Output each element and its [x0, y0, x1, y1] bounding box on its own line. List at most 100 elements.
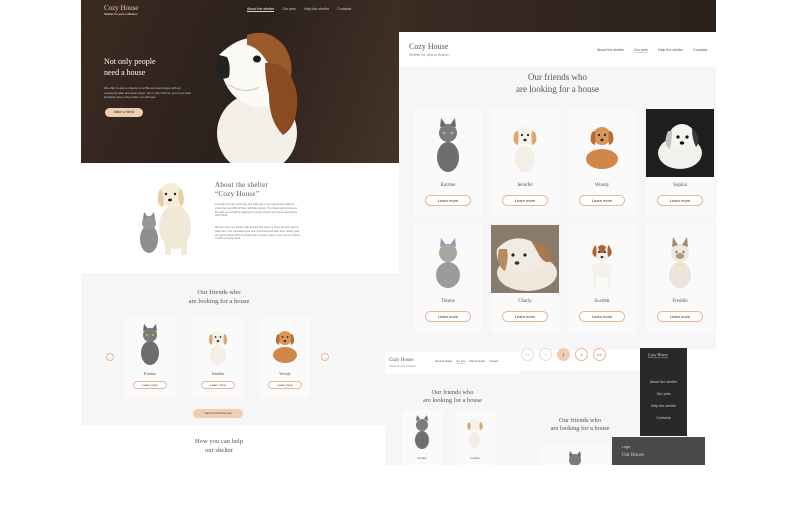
pet-card-katrine[interactable]: Katrine Learn more	[125, 317, 175, 397]
mobile-preview: Cozy House Shelter for pets in Boston Ab…	[385, 350, 520, 465]
page-first-button[interactable]: <<	[521, 348, 534, 361]
nav-pets[interactable]: Our pets	[456, 361, 466, 364]
learn-more-button[interactable]: Learn more	[425, 311, 471, 322]
nav-pets[interactable]: Our pets	[634, 48, 648, 53]
learn-more-button[interactable]: Learn more	[502, 195, 548, 206]
main-page: Cozy House Shelter for pets in Boston Ab…	[81, 0, 399, 465]
friends-title: Our friends who are looking for a house	[188, 289, 250, 305]
nav-about[interactable]: About the shelter	[247, 7, 275, 12]
pets-card-charly[interactable]: Charly Learn more	[491, 225, 559, 333]
page-last-button[interactable]: >>	[593, 348, 606, 361]
dog-lying-image	[491, 225, 559, 293]
mobile-nav: About the shelter Our pets Help the shel…	[435, 361, 498, 364]
pet-name: Sophia	[673, 183, 687, 188]
get-to-know-button[interactable]: Get to know the rest	[193, 409, 243, 418]
slider-prev-button[interactable]: ←	[106, 353, 114, 361]
mobile-header: Cozy House Shelter for pets in Boston Ab…	[385, 352, 520, 374]
pets-logo[interactable]: Cozy House	[409, 42, 448, 51]
pet-name: Scarlett	[594, 299, 610, 304]
nav-help[interactable]: Help the shelter	[469, 361, 485, 364]
page-prev-button[interactable]: <	[539, 348, 552, 361]
hero-headline: Not only people need a house	[104, 57, 156, 77]
nav-help[interactable]: Help the shelter	[304, 7, 329, 12]
pets-card-woody[interactable]: Woody Learn more	[568, 109, 636, 217]
slider-next-button[interactable]: →	[321, 353, 329, 361]
pets-page: Cozy House Shelter for pets in Boston Ab…	[399, 32, 716, 350]
help-section: How you can help our shelter	[81, 425, 399, 465]
pets-card-jennifer[interactable]: Jennifer Learn more	[491, 109, 559, 217]
menu-item-help[interactable]: Help the shelter	[640, 404, 687, 408]
menu2-label: Logo	[622, 445, 630, 449]
pet-card-jennifer[interactable]: Jennifer Learn more	[193, 317, 243, 397]
menu-item-pets[interactable]: Our pets	[640, 392, 687, 396]
nav-about[interactable]: About the shelter	[435, 361, 452, 364]
pet-name: Freddie	[672, 299, 688, 304]
learn-more-button[interactable]: Learn more	[502, 311, 548, 322]
pet-name: Katrine	[440, 183, 456, 188]
learn-more-button[interactable]: Learn more	[579, 195, 625, 206]
help-title: How you can help our shelter	[194, 438, 244, 454]
learn-more-button[interactable]: Learn more	[425, 195, 471, 206]
nav-help[interactable]: Help the shelter	[658, 48, 683, 53]
pet-name: Jennifer	[516, 183, 534, 188]
pets-card-sophia[interactable]: Sophia Learn more	[646, 109, 714, 217]
tablet-card[interactable]	[540, 445, 610, 465]
dog-puppy-image	[208, 331, 228, 365]
hero-logo[interactable]: Cozy House	[104, 4, 138, 12]
burger-menu-panel-2: Logo Our House	[612, 437, 705, 465]
nav-contacts[interactable]: Contacts	[337, 7, 351, 12]
pets-tagline: Shelter for pets in Boston	[409, 53, 450, 57]
cat-gray-image	[437, 118, 459, 172]
pet-name: Woody	[279, 371, 291, 376]
mobile-logo[interactable]: Cozy House	[389, 358, 414, 363]
dog-puppy-image	[467, 419, 483, 448]
page-current-button[interactable]: 1	[557, 348, 570, 361]
about-dog-cat-image	[140, 183, 191, 255]
hero-top-strip	[399, 0, 716, 32]
mobile-card-jennifer[interactable]: Jennifer	[455, 410, 495, 465]
learn-more-button[interactable]: Learn more	[133, 381, 167, 389]
pet-name: Katrine	[144, 371, 156, 376]
dog-golden-image	[273, 331, 297, 363]
hero-puppy-image	[215, 32, 298, 163]
pets-nav: About the shelter Our pets Help the shel…	[597, 48, 707, 53]
mobile-title: Our friends who are looking for a house	[423, 389, 482, 404]
pet-name: Charly	[518, 299, 532, 304]
learn-more-button[interactable]: Learn more	[268, 381, 302, 389]
nav-about[interactable]: About the shelter	[597, 48, 624, 53]
nav-contacts[interactable]: Contacts	[693, 48, 707, 53]
about-paragraph-2: We have our own shelter with 24 pets tha…	[215, 226, 301, 241]
pets-header: Cozy House Shelter for pets in Boston Ab…	[399, 32, 716, 66]
mobile-card-katrine[interactable]: Katrine	[402, 410, 442, 465]
pet-name: Woody	[594, 183, 610, 188]
about-title: About the shelter “Cozy House”	[215, 181, 269, 198]
tablet-title: Our friends who are looking for a house	[550, 417, 610, 432]
pets-title: Our friends who are looking for a house	[516, 72, 599, 94]
pet-card-woody[interactable]: Woody Learn more	[260, 317, 310, 397]
nav-contacts[interactable]: Contacts	[489, 361, 498, 364]
learn-more-button[interactable]: Learn more	[657, 311, 703, 322]
make-friend-button[interactable]: Make a friend	[105, 108, 143, 117]
about-paragraph-1: Currently we have 121 dogs and 342 cats …	[215, 203, 298, 218]
menu2-logo[interactable]: Our House	[622, 453, 644, 458]
page-next-button[interactable]: >	[575, 348, 588, 361]
pet-name: Katrine	[417, 456, 427, 460]
pets-card-scarlett[interactable]: Scarlett Learn more	[568, 225, 636, 333]
hero-section: Cozy House Shelter for pets in Boston Ab…	[81, 0, 399, 163]
learn-more-button[interactable]: Learn more	[579, 311, 625, 322]
hero-text: We offer to give a chance to a little an…	[104, 86, 192, 100]
pets-card-freddie[interactable]: Freddie Learn more	[646, 225, 714, 333]
cat-gray-image	[141, 324, 159, 365]
menu-item-about[interactable]: About the shelter	[640, 380, 687, 384]
learn-more-button[interactable]: Learn more	[657, 195, 703, 206]
pets-card-katrine[interactable]: Katrine Learn more	[414, 109, 482, 217]
cat-gray-image	[415, 415, 429, 449]
menu-item-contacts[interactable]: Contacts	[640, 416, 687, 420]
learn-more-button[interactable]: Learn more	[201, 381, 235, 389]
pet-name: Timmy	[440, 299, 456, 304]
cat-gray-image	[569, 451, 581, 465]
pagination: << < 1 > >>	[521, 348, 606, 361]
pets-card-timmy[interactable]: Timmy Learn more	[414, 225, 482, 333]
nav-pets[interactable]: Our pets	[282, 7, 296, 12]
pet-name: Jennifer	[211, 371, 225, 376]
